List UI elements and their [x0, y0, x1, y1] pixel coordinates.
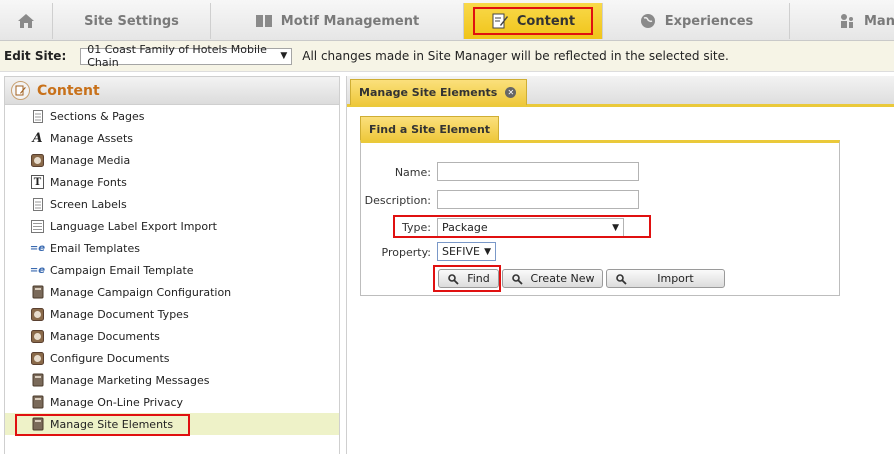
create-new-button[interactable]: Create New — [502, 269, 603, 288]
tab-manage-label: Mana — [864, 13, 894, 29]
font-a-icon: A — [32, 130, 43, 146]
sidebar-item-configure-documents[interactable]: Configure Documents — [5, 347, 339, 369]
sidebar-item-manage-on-line-privacy[interactable]: Manage On-Line Privacy — [5, 391, 339, 413]
import-button[interactable]: Import — [606, 269, 725, 288]
media-icon — [31, 329, 44, 343]
find-site-element-title: Find a Site Element — [369, 122, 491, 136]
find-highlight — [433, 265, 501, 292]
sidebar-item-label: Manage Media — [50, 153, 131, 167]
sidebar-item-sections-pages[interactable]: Sections & Pages — [5, 105, 339, 127]
edit-site-bar: Edit Site: 01 Coast Family of Hotels Mob… — [0, 41, 894, 72]
sidebar-item-label: Manage On-Line Privacy — [50, 395, 184, 409]
description-input[interactable] — [437, 190, 639, 209]
email-e-icon: =e — [29, 242, 46, 254]
sidebar-item-label: Manage Documents — [50, 329, 160, 343]
sidebar-item-manage-assets[interactable]: A Manage Assets — [5, 127, 339, 149]
content-tab-highlight: Content — [472, 7, 594, 35]
tab-experiences[interactable]: Experiences — [603, 3, 790, 39]
tab-motif-management-label: Motif Management — [280, 13, 420, 29]
property-select[interactable]: SEFIVE ▼ — [437, 242, 496, 261]
type-highlight — [393, 215, 651, 238]
sidebar-item-label: Manage Document Types — [50, 307, 189, 321]
find-site-element-header: Find a Site Element — [360, 116, 500, 141]
dropdown-arrow-icon: ▼ — [280, 51, 288, 61]
property-select-value: SEFIVE — [442, 245, 480, 258]
site-select-value: 01 Coast Family of Hotels Mobile Chain — [87, 43, 267, 69]
dropdown-arrow-icon: ▼ — [484, 246, 491, 257]
sidebar-item-screen-labels[interactable]: Screen Labels — [5, 193, 339, 215]
panel-tab-bar: Manage Site Elements ✕ — [347, 76, 894, 107]
document-lines-icon — [31, 219, 44, 233]
name-label: Name: — [394, 166, 431, 179]
import-button-label: Import — [657, 272, 694, 285]
sidebar-item-label: Manage Campaign Configuration — [50, 285, 232, 299]
site-select[interactable]: 01 Coast Family of Hotels Mobile Chain ▼ — [80, 43, 293, 69]
sidebar-item-label: Manage Fonts — [50, 175, 127, 189]
sidebar-item-label: Manage Assets — [50, 131, 133, 145]
name-input[interactable] — [437, 162, 639, 181]
sidebar-item-manage-documents[interactable]: Manage Documents — [5, 325, 339, 347]
search-icon — [616, 273, 627, 285]
sidebar-item-campaign-email-template[interactable]: =e Campaign Email Template — [5, 259, 339, 281]
media-icon — [31, 351, 44, 365]
edit-site-label: Edit Site: — [4, 49, 67, 63]
document-icon — [31, 109, 44, 123]
site-change-message: All changes made in Site Manager will be… — [302, 49, 729, 63]
sidebar-item-label: Language Label Export Import — [50, 219, 217, 233]
sidebar-item-email-templates[interactable]: =e Email Templates — [5, 237, 339, 259]
tab-content-label: Content — [516, 13, 576, 29]
font-t-icon: T — [31, 175, 44, 189]
sidebar-item-label: Campaign Email Template — [50, 263, 194, 277]
sidebar-item-label: Screen Labels — [50, 197, 127, 211]
sidebar-header: Content — [5, 77, 339, 105]
sidebar-title: Content — [37, 82, 100, 99]
close-icon[interactable]: ✕ — [505, 87, 517, 98]
box-icon — [31, 395, 44, 409]
sidebar-item-manage-marketing-messages[interactable]: Manage Marketing Messages — [5, 369, 339, 391]
sidebar-item-manage-document-types[interactable]: Manage Document Types — [5, 303, 339, 325]
home-icon — [18, 14, 34, 28]
description-label: Description: — [364, 194, 431, 207]
sidebar-item-label: Sections & Pages — [50, 109, 145, 123]
media-icon — [31, 153, 44, 167]
globe-icon — [640, 14, 655, 28]
tab-manage[interactable]: Mana — [790, 3, 894, 39]
sidebar-item-manage-campaign-configuration[interactable]: Manage Campaign Configuration — [5, 281, 339, 303]
sidebar-item-manage-fonts[interactable]: T Manage Fonts — [5, 171, 339, 193]
users-icon — [841, 14, 853, 28]
manage-site-elements-highlight — [15, 414, 190, 436]
search-icon — [512, 273, 523, 285]
content-menu: Sections & Pages A Manage Assets Manage M… — [5, 105, 339, 435]
sidebar-item-label: Manage Marketing Messages — [50, 373, 210, 387]
sidebar-item-language-label-export-import[interactable]: Language Label Export Import — [5, 215, 339, 237]
media-icon — [31, 307, 44, 321]
document-icon — [31, 197, 44, 211]
tab-site-settings[interactable]: Site Settings — [53, 3, 211, 39]
tab-content[interactable]: Content — [464, 3, 603, 39]
tab-manage-site-elements-label: Manage Site Elements — [359, 86, 498, 99]
tab-experiences-label: Experiences — [664, 13, 754, 29]
top-navigation: Site Settings Motif Management Content E… — [0, 0, 894, 41]
tab-manage-site-elements[interactable]: Manage Site Elements ✕ — [350, 79, 528, 105]
email-e-icon: =e — [29, 264, 46, 276]
box-icon — [31, 373, 44, 387]
book-icon — [255, 15, 272, 27]
content-sidebar: Content Sections & Pages A Manage Assets … — [4, 76, 340, 454]
tab-motif-management[interactable]: Motif Management — [211, 3, 464, 39]
edit-document-icon — [11, 81, 30, 100]
create-new-button-label: Create New — [530, 272, 595, 285]
edit-document-icon — [492, 13, 508, 29]
sidebar-item-label: Configure Documents — [50, 351, 170, 365]
property-label: Property: — [381, 246, 431, 259]
tab-site-settings-label: Site Settings — [84, 13, 179, 29]
sidebar-item-label: Email Templates — [50, 241, 140, 255]
tab-home[interactable] — [0, 3, 53, 39]
sidebar-item-manage-media[interactable]: Manage Media — [5, 149, 339, 171]
box-icon — [31, 285, 44, 299]
